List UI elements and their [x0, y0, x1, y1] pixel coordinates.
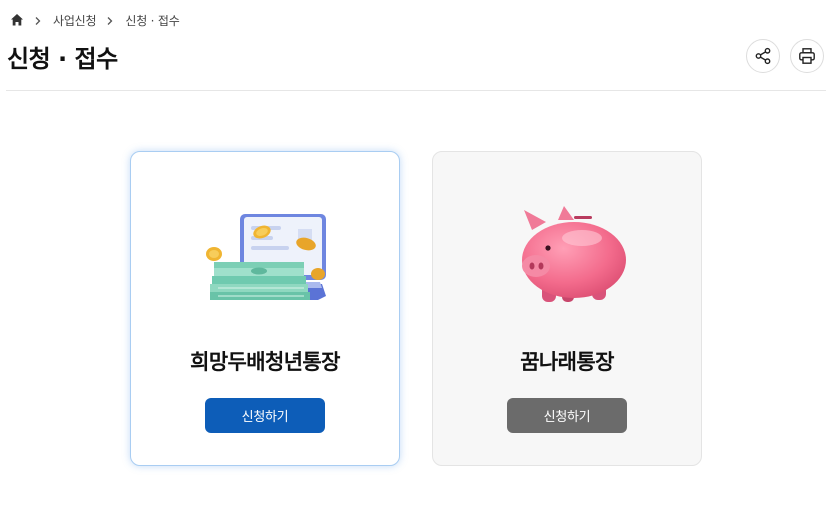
product-name: 꿈나래통장 — [520, 350, 614, 374]
header-divider — [6, 90, 826, 91]
share-icon — [754, 47, 772, 65]
print-button[interactable] — [790, 39, 824, 73]
product-card-hope-double[interactable]: 희망두배청년통장 신청하기 — [130, 151, 400, 466]
breadcrumb-item-business-apply[interactable]: 사업신청 — [53, 12, 97, 29]
product-card-dream-wing[interactable]: 꿈나래통장 신청하기 — [432, 151, 702, 466]
page-title: 신청 · 접수 — [7, 45, 118, 73]
laptop-money-icon — [200, 204, 330, 314]
share-button[interactable] — [746, 39, 780, 73]
apply-button[interactable]: 신청하기 — [205, 398, 325, 433]
print-icon — [798, 47, 816, 65]
product-name: 희망두배청년통장 — [190, 350, 340, 374]
home-icon[interactable] — [10, 13, 24, 27]
apply-button[interactable]: 신청하기 — [507, 398, 627, 433]
page: 사업신청 신청 · 접수 신청 · 접수 희망두배청년통장 신청하기 꿈나래통장… — [0, 0, 832, 508]
chevron-right-icon — [33, 15, 43, 25]
piggy-bank-icon — [502, 204, 632, 314]
chevron-right-icon — [105, 15, 115, 25]
breadcrumb: 사업신청 신청 · 접수 — [10, 12, 180, 28]
breadcrumb-item-current[interactable]: 신청 · 접수 — [125, 12, 179, 29]
